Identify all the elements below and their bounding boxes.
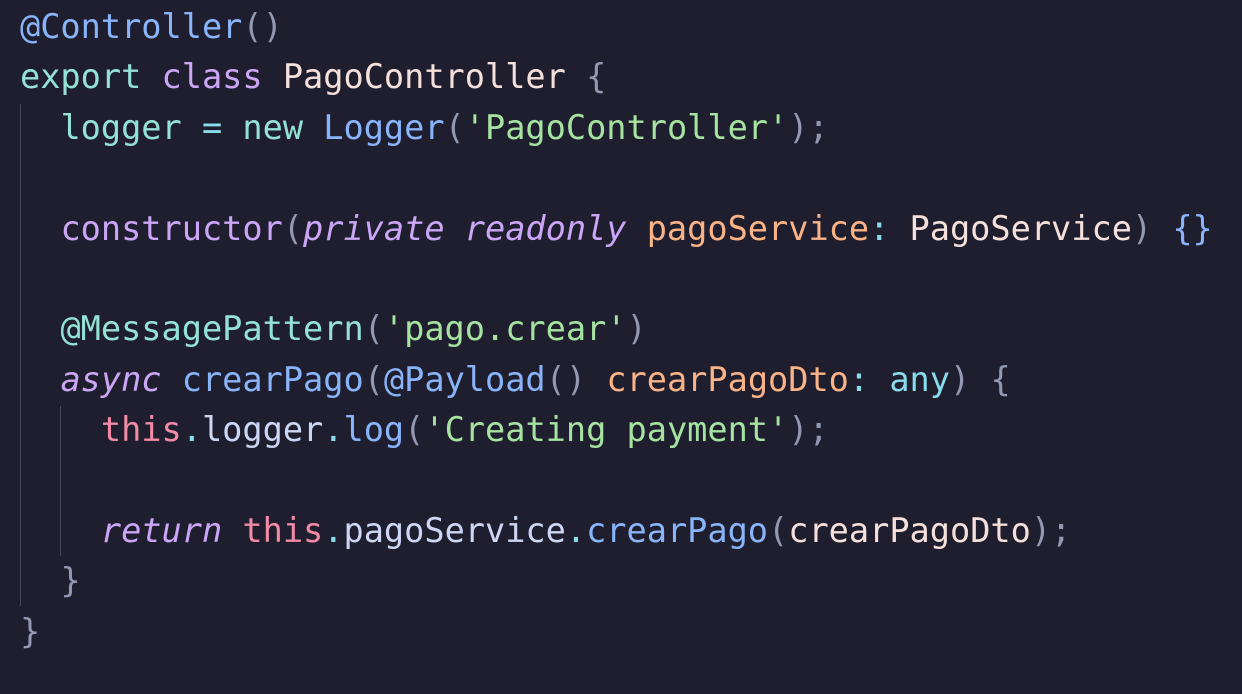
code-line[interactable]: logger = new Logger('PagoController'); [20, 103, 1213, 153]
code-token-punct: ); [788, 107, 829, 147]
code-token-param: pagoService [646, 208, 870, 248]
code-token-italic: return [100, 510, 223, 550]
code-token-fn: crearPago [586, 510, 769, 550]
code-token-punct: { [990, 359, 1011, 399]
code-line[interactable]: this.logger.log('Creating payment'); [20, 405, 1213, 455]
code-line[interactable]: constructor(private readonly pagoService… [20, 204, 1213, 254]
code-token-op: . [181, 410, 202, 450]
code-token-class: PagoService [909, 208, 1132, 248]
code-token-punct: ) [626, 309, 647, 349]
code-token-param: crearPagoDto [606, 359, 849, 399]
code-token-italic: readonly [464, 208, 627, 248]
code-token-punct: ) [950, 359, 971, 399]
code-token-fn: @Payload [383, 359, 546, 399]
code-token-prop: new [242, 107, 304, 147]
code-token-type: Logger [323, 107, 445, 147]
code-token-punct: } [20, 611, 41, 651]
code-token-any: any [889, 359, 950, 399]
code-line[interactable]: } [20, 556, 1213, 606]
code-line[interactable]: return this.pagoService.crearPago(crearP… [20, 506, 1213, 556]
code-token-op: . [323, 510, 344, 550]
code-token-op: . [323, 410, 344, 450]
code-token-prop: export [20, 57, 142, 97]
code-token-italic: async [60, 359, 162, 399]
code-token-punct: ) [1131, 208, 1153, 248]
code-token-text: logger [201, 410, 324, 450]
code-token-fn: crearPago [181, 359, 364, 399]
code-line[interactable]: } [20, 607, 1213, 657]
code-token-text: pagoService [343, 510, 566, 550]
code-token-fn: log [343, 410, 405, 450]
code-token-punct: () [242, 7, 283, 46]
code-token-op: : [869, 208, 890, 248]
code-token-punct: () [545, 359, 587, 399]
code-token-this: this [100, 410, 182, 450]
code-token-prop: @MessagePattern [60, 309, 364, 349]
code-line[interactable] [20, 254, 1213, 304]
code-token-punct: ( [404, 410, 425, 450]
code-line[interactable]: @Controller() [20, 2, 1213, 52]
code-token-keyword: class [161, 57, 263, 97]
code-token-brace: {} [1172, 208, 1213, 248]
code-token-prop: logger [60, 107, 182, 147]
code-token-class: crearPagoDto [788, 510, 1031, 550]
code-token-class: PagoController [282, 57, 566, 97]
code-token-string: 'PagoController' [464, 107, 789, 147]
code-editor[interactable]: @Controller() export class PagoController… [0, 0, 1242, 694]
code-token-punct: ); [788, 410, 829, 450]
code-token-string: 'Creating payment' [424, 410, 789, 450]
code-content[interactable]: @Controller() export class PagoController… [20, 2, 1213, 657]
code-token-op: = [201, 107, 223, 147]
code-token-punct: ( [282, 208, 304, 248]
code-line[interactable] [20, 456, 1213, 506]
code-token-punct: { [586, 57, 607, 97]
code-token-punct: ( [363, 309, 384, 349]
code-token-punct: ); [1030, 510, 1072, 550]
code-token-punct: ( [768, 510, 789, 550]
code-token-string: 'pago.crear' [383, 309, 627, 349]
code-token-this: this [242, 510, 324, 550]
code-line[interactable]: export class PagoController { [20, 52, 1213, 102]
code-line[interactable]: async crearPago(@Payload() crearPagoDto:… [20, 355, 1213, 405]
code-token-op: . [565, 510, 587, 550]
code-token-decorator: @Controller [20, 7, 243, 46]
code-token-op: : [848, 359, 870, 399]
code-line[interactable]: @MessagePattern('pago.crear') [20, 304, 1213, 354]
code-token-punct: ( [444, 107, 465, 147]
code-token-punct: } [60, 561, 81, 601]
code-line[interactable] [20, 153, 1213, 203]
code-token-punct: ( [363, 359, 384, 399]
code-token-italic: private [303, 208, 445, 248]
code-token-keyword: constructor [60, 208, 283, 248]
